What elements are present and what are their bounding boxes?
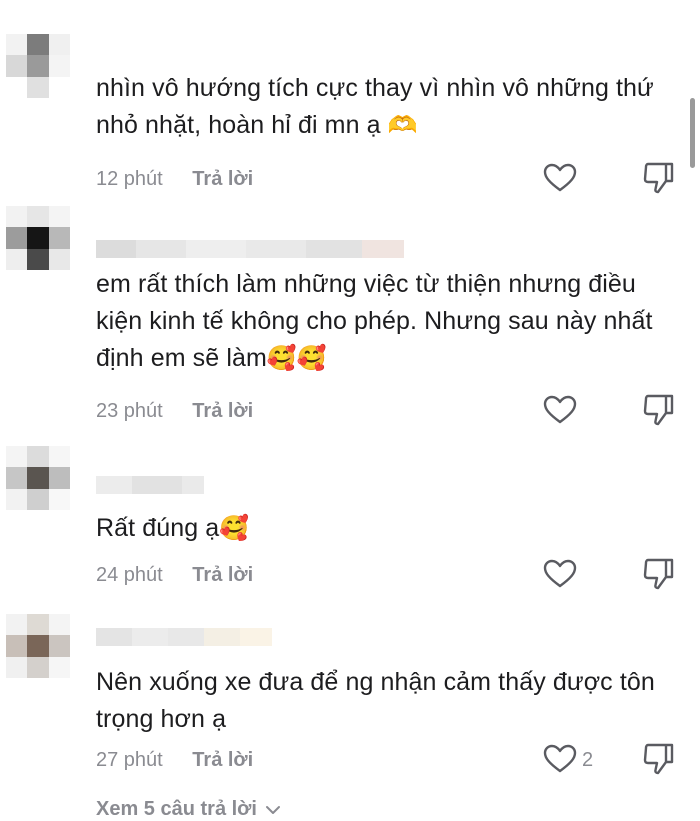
reply-button[interactable]: Trả lời: [192, 400, 253, 422]
comment-meta: 27 phút Trả lời: [96, 749, 253, 772]
comment-body: Rất đúng ạ: [96, 514, 220, 542]
comment-body: em rất thích làm những việc từ thiện như…: [96, 270, 653, 372]
comment-emoji: 🫶: [387, 111, 418, 139]
username-blurred[interactable]: [96, 240, 404, 258]
thumbs-down-outline-icon[interactable]: [643, 161, 675, 195]
comment-emoji: 🥰: [219, 514, 250, 542]
avatar[interactable]: [6, 34, 70, 98]
comment-text: em rất thích làm những việc từ thiện như…: [96, 266, 671, 377]
comment-text: nhìn vô hướng tích cực thay vì nhìn vô n…: [96, 70, 671, 144]
comment-time: 27 phút: [96, 749, 163, 771]
heart-outline-icon[interactable]: [543, 395, 577, 425]
comment-body: Nên xuống xe đưa để ng nhận cảm thấy đượ…: [96, 668, 655, 733]
scrollbar[interactable]: [690, 98, 695, 168]
comment-body: nhìn vô hướng tích cực thay vì nhìn vô n…: [96, 74, 654, 139]
thumbs-down-outline-icon[interactable]: [643, 742, 675, 776]
username-blurred[interactable]: [96, 476, 204, 494]
thumbs-down-outline-icon[interactable]: [643, 393, 675, 427]
heart-outline-icon[interactable]: [543, 163, 577, 193]
comment-meta: 24 phút Trả lời: [96, 564, 253, 587]
comment-meta: 23 phút Trả lời: [96, 400, 253, 423]
like-count: 2: [582, 749, 594, 771]
comment-time: 12 phút: [96, 168, 163, 190]
comment-meta: 12 phút Trả lời: [96, 168, 253, 191]
reply-button[interactable]: Trả lời: [192, 564, 253, 586]
view-replies-label: Xem 5 câu trả lời: [96, 798, 257, 820]
avatar[interactable]: [6, 206, 70, 270]
thumbs-down-outline-icon[interactable]: [643, 557, 675, 591]
comment-text: Rất đúng ạ🥰: [96, 510, 671, 547]
comment-time: 24 phút: [96, 564, 163, 586]
heart-outline-icon[interactable]: [543, 744, 577, 774]
avatar[interactable]: [6, 446, 70, 510]
reply-button[interactable]: Trả lời: [192, 749, 253, 771]
avatar[interactable]: [6, 614, 70, 678]
username-blurred[interactable]: [96, 628, 272, 646]
chevron-down-icon: [265, 805, 280, 814]
comment-emoji: 🥰🥰: [266, 344, 327, 372]
view-replies-button[interactable]: Xem 5 câu trả lời: [96, 798, 281, 821]
heart-outline-icon[interactable]: [543, 559, 577, 589]
reply-button[interactable]: Trả lời: [192, 168, 253, 190]
comment-text: Nên xuống xe đưa để ng nhận cảm thấy đượ…: [96, 664, 671, 738]
comment-time: 23 phút: [96, 400, 163, 422]
